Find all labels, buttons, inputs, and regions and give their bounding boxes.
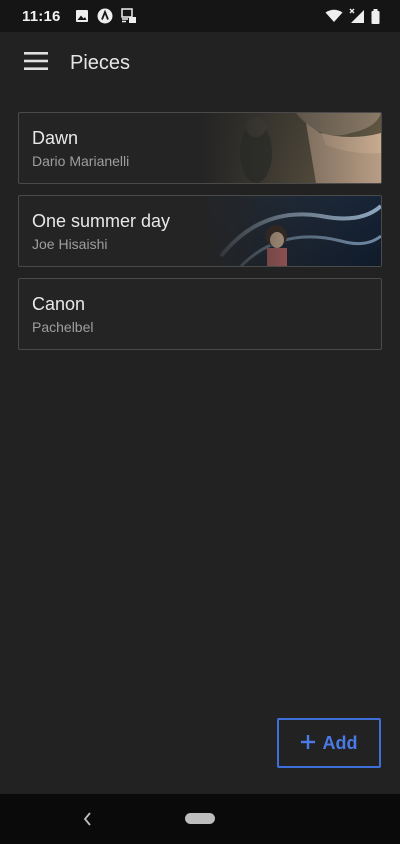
list-item-piece[interactable]: Canon Pachelbel bbox=[18, 278, 382, 350]
screen: 11:16 Pieces Dawn Dario Marianelli One s… bbox=[0, 0, 400, 844]
menu-button[interactable] bbox=[0, 32, 72, 94]
piece-text: Dawn Dario Marianelli bbox=[32, 127, 129, 170]
piece-thumbnail bbox=[201, 196, 381, 266]
add-button-label: Add bbox=[322, 732, 358, 753]
piece-composer: Pachelbel bbox=[32, 319, 94, 335]
piece-list: Dawn Dario Marianelli One summer day Joe… bbox=[18, 112, 382, 361]
piece-thumbnail bbox=[201, 113, 381, 183]
back-chevron-icon[interactable] bbox=[78, 808, 98, 830]
piece-composer: Joe Hisaishi bbox=[32, 236, 108, 252]
wifi-icon bbox=[325, 9, 343, 23]
piece-title: Canon bbox=[32, 294, 86, 314]
home-pill-icon[interactable] bbox=[185, 813, 215, 824]
piece-title: One summer day bbox=[32, 211, 171, 231]
hamburger-menu-icon bbox=[24, 51, 48, 75]
status-time: 11:16 bbox=[22, 7, 61, 25]
app-bar: Pieces bbox=[0, 32, 400, 94]
page-title: Pieces bbox=[70, 51, 131, 74]
list-item-piece[interactable]: One summer day Joe Hisaishi bbox=[18, 195, 382, 267]
piece-title: Dawn bbox=[32, 128, 79, 148]
piece-composer: Dario Marianelli bbox=[32, 153, 130, 169]
signal-icon bbox=[349, 8, 365, 24]
system-nav-bar bbox=[0, 794, 400, 844]
plus-icon bbox=[300, 733, 315, 754]
piece-text: Canon Pachelbel bbox=[32, 293, 94, 336]
add-button[interactable]: Add bbox=[277, 718, 381, 768]
piece-text: One summer day Joe Hisaishi bbox=[32, 210, 170, 253]
list-item-piece[interactable]: Dawn Dario Marianelli bbox=[18, 112, 382, 184]
status-icons-left bbox=[75, 8, 137, 24]
image-icon bbox=[75, 9, 89, 23]
app-logo-icon bbox=[97, 8, 113, 24]
status-bar: 11:16 bbox=[0, 0, 400, 32]
battery-icon bbox=[371, 8, 380, 24]
status-icons-right bbox=[325, 8, 380, 24]
cast-icon bbox=[120, 8, 137, 24]
